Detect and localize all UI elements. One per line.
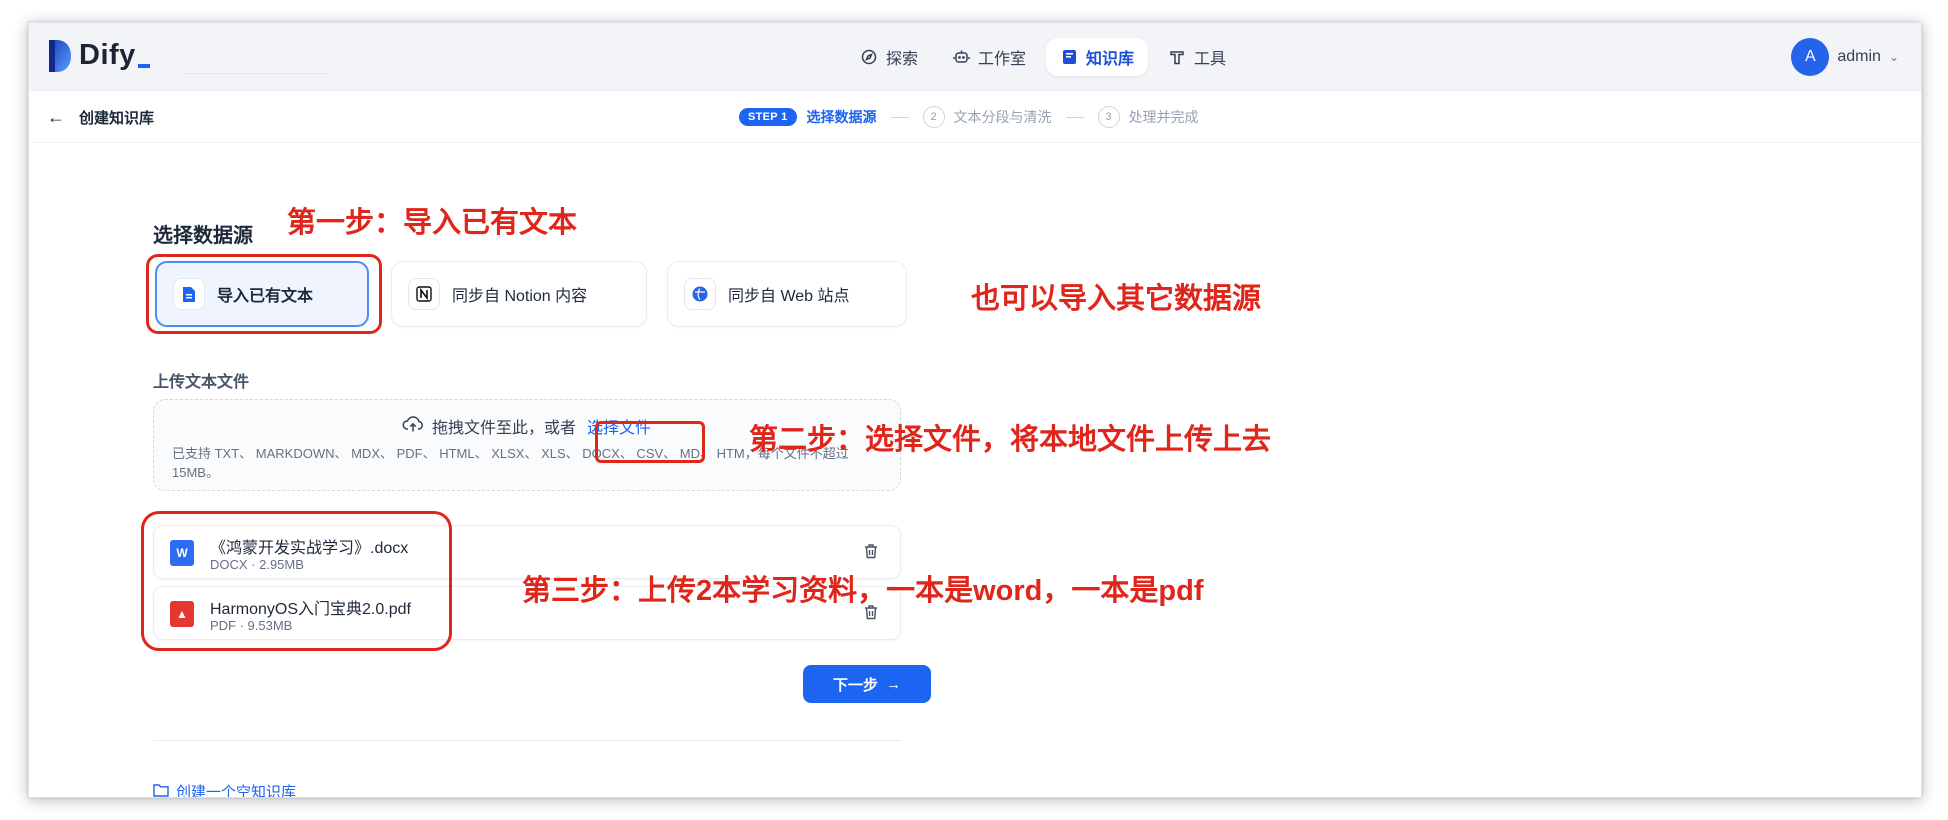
logo-cursor	[137, 63, 150, 68]
section-title: 选择数据源	[153, 225, 253, 247]
nav-knowledge-label: 知识库	[1086, 51, 1135, 68]
step2-label: 文本分段与清洗	[953, 109, 1052, 125]
web-icon	[684, 278, 716, 310]
logo-text: Dify	[79, 39, 136, 71]
upload-label: 上传文本文件	[153, 374, 250, 391]
nav-explore[interactable]: 探索	[846, 38, 932, 76]
dify-logo[interactable]: Dify	[49, 39, 150, 72]
explore-icon	[860, 48, 878, 66]
trash-icon[interactable]	[862, 542, 882, 562]
nav-tools-label: 工具	[1194, 51, 1227, 68]
annotation-step3: 第三步：上传2本学习资料，一本是word，一本是pdf	[522, 575, 1204, 607]
source-notion-label: 同步自 Notion 内容	[452, 288, 588, 305]
highlight-uploaded-files	[141, 511, 452, 651]
app-window: Dify 探索 工作室 知识库 工具 A admin ⌄ ← 创建知识库 STE…	[28, 22, 1922, 798]
next-step-button[interactable]: 下一步 →	[803, 665, 931, 703]
arrow-left-icon: ←	[47, 107, 65, 127]
highlight-select-file	[595, 421, 705, 463]
nav-studio-label: 工作室	[978, 51, 1027, 68]
annotation-step2: 第二步：选择文件，将本地文件上传上去	[749, 424, 1272, 456]
create-empty-label: 创建一个空知识库	[176, 784, 297, 798]
avatar: A	[1791, 38, 1830, 76]
main-nav: 探索 工作室 知识库 工具	[846, 38, 1240, 76]
create-empty-knowledge-link[interactable]: 创建一个空知识库	[153, 781, 297, 798]
step-connector	[1065, 116, 1084, 118]
username: admin	[1837, 48, 1881, 65]
divider	[153, 740, 901, 741]
source-web[interactable]: 同步自 Web 站点	[667, 261, 907, 327]
dify-logo-icon	[49, 39, 71, 72]
sub-header: ← 创建知识库 STEP 1 选择数据源 2 文本分段与清洗 3 处理并完成	[29, 91, 1921, 143]
header-divider	[181, 73, 327, 74]
next-step-label: 下一步	[832, 676, 878, 694]
step1-badge: STEP 1	[739, 108, 797, 126]
dropzone-prompt: 拖拽文件至此，或者	[432, 420, 577, 437]
tool-icon	[1168, 48, 1186, 66]
notion-icon	[408, 278, 440, 310]
step1-label: 选择数据源	[806, 109, 877, 125]
source-notion[interactable]: 同步自 Notion 内容	[391, 261, 647, 327]
nav-knowledge[interactable]: 知识库	[1046, 38, 1149, 76]
annotation-step1: 第一步：导入已有文本	[287, 207, 578, 239]
arrow-right-icon: →	[886, 675, 901, 693]
step3-label: 处理并完成	[1128, 109, 1199, 125]
cloud-upload-icon	[402, 415, 424, 438]
page-title: 创建知识库	[79, 110, 155, 127]
nav-tools[interactable]: 工具	[1154, 38, 1240, 76]
annotation-other-sources: 也可以导入其它数据源	[971, 283, 1262, 315]
chevron-down-icon: ⌄	[1888, 50, 1899, 64]
folder-icon	[153, 783, 169, 798]
book-icon	[1060, 48, 1078, 66]
back-button[interactable]: ← 创建知识库	[47, 107, 154, 128]
highlight-import-card	[146, 254, 382, 334]
user-menu[interactable]: A admin ⌄	[1791, 38, 1899, 76]
nav-explore-label: 探索	[886, 51, 919, 68]
top-header: Dify 探索 工作室 知识库 工具 A admin ⌄	[29, 23, 1921, 91]
step-connector	[890, 116, 909, 118]
step3-number: 3	[1097, 106, 1120, 128]
step-indicator: STEP 1 选择数据源 2 文本分段与清洗 3 处理并完成	[739, 106, 1199, 128]
nav-studio[interactable]: 工作室	[938, 38, 1040, 76]
source-web-label: 同步自 Web 站点	[728, 288, 850, 305]
robot-icon	[952, 48, 970, 66]
step2-number: 2	[922, 106, 945, 128]
